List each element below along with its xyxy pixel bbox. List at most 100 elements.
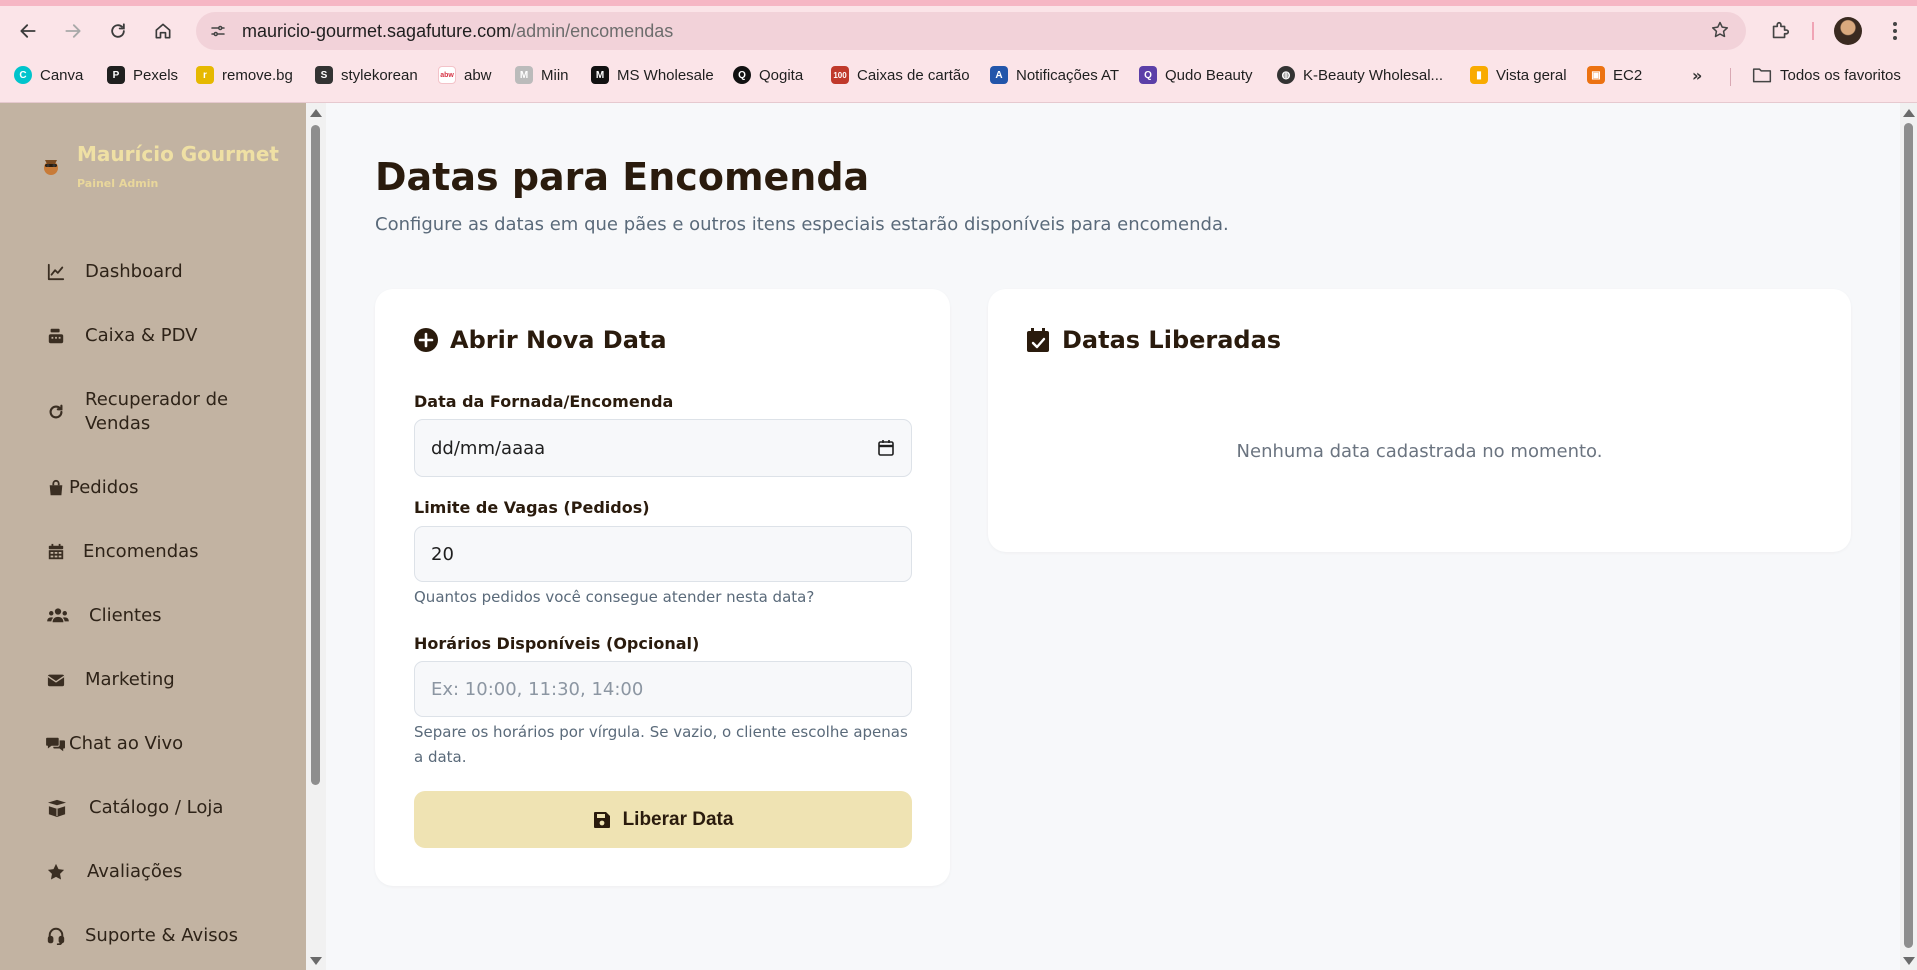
- sidebar-item-avaliacoes[interactable]: Avaliações: [45, 860, 182, 884]
- sidebar-item-label: Marketing: [85, 669, 175, 690]
- bookmarks-bar: C Canva P Pexels r remove.bg Sstylekorean a…: [0, 62, 1917, 92]
- headset-icon: [45, 925, 67, 947]
- released-dates-header: Datas Liberadas: [1026, 326, 1281, 354]
- site-info-icon[interactable]: [206, 19, 230, 43]
- bookmark-label: Vista geral: [1496, 66, 1567, 84]
- bookmark-item[interactable]: C Canva: [14, 66, 83, 84]
- sidebar-scrollbar[interactable]: [306, 103, 326, 970]
- sidebar-item-chat[interactable]: Chat ao Vivo: [45, 732, 183, 756]
- sidebar-item-catalogo[interactable]: Catálogo / Loja: [45, 796, 223, 820]
- sidebar-item-recuperador[interactable]: Recuperador de Vendas: [45, 388, 245, 436]
- limit-input[interactable]: 20: [414, 526, 912, 582]
- sidebar-item-label: Avaliações: [87, 861, 183, 882]
- bookmark-item[interactable]: ◍ K-Beauty Wholesal...: [1277, 66, 1443, 84]
- abw-icon: abw: [438, 66, 456, 84]
- stylekorean-icon: S: [315, 66, 333, 84]
- folder-icon: [1752, 68, 1772, 83]
- globe-icon: ◍: [1277, 66, 1295, 84]
- sidebar-item-caixa-pdv[interactable]: Caixa & PDV: [45, 324, 197, 348]
- bookmark-item[interactable]: Q Qudo Beauty: [1139, 66, 1253, 84]
- new-date-card-title: Abrir Nova Data: [450, 326, 667, 354]
- sidebar-item-label: Recuperador de Vendas: [85, 389, 229, 434]
- bookmark-item[interactable]: 100 Caixas de cartão: [831, 66, 970, 84]
- reload-button[interactable]: [101, 14, 135, 48]
- page-scroll-down-icon[interactable]: [1903, 957, 1915, 965]
- bookmark-item[interactable]: ▮ Vista geral: [1470, 66, 1567, 84]
- sidebar-item-label: Pedidos: [69, 477, 139, 498]
- bookmark-label: EC2: [1613, 66, 1643, 84]
- plus-circle-icon: [414, 328, 438, 352]
- released-dates-card: Datas Liberadas Nenhuma data cadastrada …: [988, 289, 1851, 552]
- qudo-icon: Q: [1139, 66, 1157, 84]
- url-path: /admin/encomendas: [511, 21, 674, 41]
- date-label: Data da Fornada/Encomenda: [414, 392, 674, 411]
- empty-state-text: Nenhuma data cadastrada no momento.: [1236, 441, 1603, 462]
- bookmark-item[interactable]: r remove.bg: [196, 66, 293, 84]
- address-bar[interactable]: mauricio-gourmet.sagafuture.com/admin/en…: [196, 12, 1746, 50]
- page-scrollbar[interactable]: [1900, 103, 1917, 970]
- tab-strip: [0, 0, 1917, 6]
- liberar-data-label: Liberar Data: [622, 808, 734, 830]
- notificacoes-icon: A: [990, 66, 1008, 84]
- sidebar-item-label: Dashboard: [85, 261, 183, 282]
- sidebar-item-dashboard[interactable]: Dashboard: [45, 260, 183, 284]
- calendar-picker-icon[interactable]: [877, 439, 895, 457]
- reload-icon: [111, 23, 125, 38]
- brand-subtitle: Painel Admin: [77, 177, 159, 190]
- bookmark-item[interactable]: M Miin: [515, 66, 569, 84]
- scroll-up-arrow-icon[interactable]: [310, 109, 322, 117]
- page-scroll-thumb[interactable]: [1904, 123, 1913, 948]
- bookmark-item[interactable]: abw abw: [438, 66, 492, 84]
- bookmark-item[interactable]: M MS Wholesale: [591, 66, 714, 84]
- back-button[interactable]: [11, 14, 45, 48]
- bookmark-item[interactable]: A Notificações AT: [990, 66, 1119, 84]
- bookmark-label: remove.bg: [222, 66, 293, 84]
- home-button[interactable]: [146, 14, 180, 48]
- bookmark-star-icon[interactable]: [1710, 20, 1730, 44]
- sidebar-item-pedidos[interactable]: Pedidos: [45, 476, 139, 500]
- times-input[interactable]: Ex: 10:00, 11:30, 14:00: [414, 661, 912, 717]
- sidebar-item-encomendas[interactable]: Encomendas: [45, 540, 199, 564]
- shopping-bag-icon: [45, 477, 67, 499]
- bookmark-item[interactable]: Sstylekorean: [315, 66, 418, 84]
- browser-menu-button[interactable]: [1880, 14, 1910, 48]
- sidebar-item-clientes[interactable]: Clientes: [45, 604, 162, 628]
- removebg-icon: r: [196, 66, 214, 84]
- cash-register-icon: [45, 325, 67, 347]
- sidebar-item-label: Catálogo / Loja: [89, 797, 224, 818]
- chart-line-icon: [45, 261, 67, 283]
- forward-button[interactable]: [56, 14, 90, 48]
- page-scroll-up-icon[interactable]: [1903, 109, 1915, 117]
- bookmark-item[interactable]: ▣ EC2: [1587, 66, 1642, 84]
- bookmark-label: Qogita: [759, 66, 804, 84]
- bookmark-item[interactable]: P Pexels: [107, 66, 178, 84]
- calendar-icon: [45, 541, 67, 563]
- bookmark-label: Qudo Beauty: [1165, 66, 1253, 84]
- browser-chrome: mauricio-gourmet.sagafuture.com/admin/en…: [0, 0, 1917, 103]
- sidebar-item-marketing[interactable]: Marketing: [45, 668, 175, 692]
- bookmark-label: Miin: [541, 66, 569, 84]
- brand-name[interactable]: Maurício Gourmet: [77, 142, 279, 166]
- profile-avatar[interactable]: [1834, 17, 1862, 45]
- all-bookmarks-button[interactable]: Todos os favoritos: [1752, 66, 1901, 84]
- url-text[interactable]: mauricio-gourmet.sagafuture.com/admin/en…: [242, 21, 673, 42]
- qogita-icon: Q: [733, 66, 751, 84]
- sidebar-item-suporte[interactable]: Suporte & Avisos: [45, 924, 238, 948]
- envelope-icon: [45, 669, 67, 691]
- bookmark-label: Notificações AT: [1016, 66, 1120, 84]
- scroll-down-arrow-icon[interactable]: [310, 957, 322, 965]
- bookmarks-overflow-button[interactable]: »: [1692, 66, 1702, 85]
- date-input[interactable]: dd/mm/aaaa: [414, 419, 912, 477]
- liberar-data-button[interactable]: Liberar Data: [414, 791, 912, 848]
- sidebar-scroll-thumb[interactable]: [311, 125, 320, 785]
- chef-logo-icon: [44, 160, 58, 175]
- analytics-icon: ▮: [1470, 66, 1488, 84]
- extensions-button[interactable]: [1763, 14, 1797, 48]
- bookmarks-divider: [1730, 68, 1731, 86]
- star-icon: [45, 861, 67, 883]
- limit-hint: Quantos pedidos você consegue atender ne…: [414, 588, 815, 606]
- bookmark-item[interactable]: Q Qogita: [733, 66, 803, 84]
- bookmark-label: Caixas de cartão: [857, 66, 970, 84]
- bookmark-label: K-Beauty Wholesal...: [1303, 66, 1444, 84]
- more-vert-icon: [1893, 22, 1897, 40]
